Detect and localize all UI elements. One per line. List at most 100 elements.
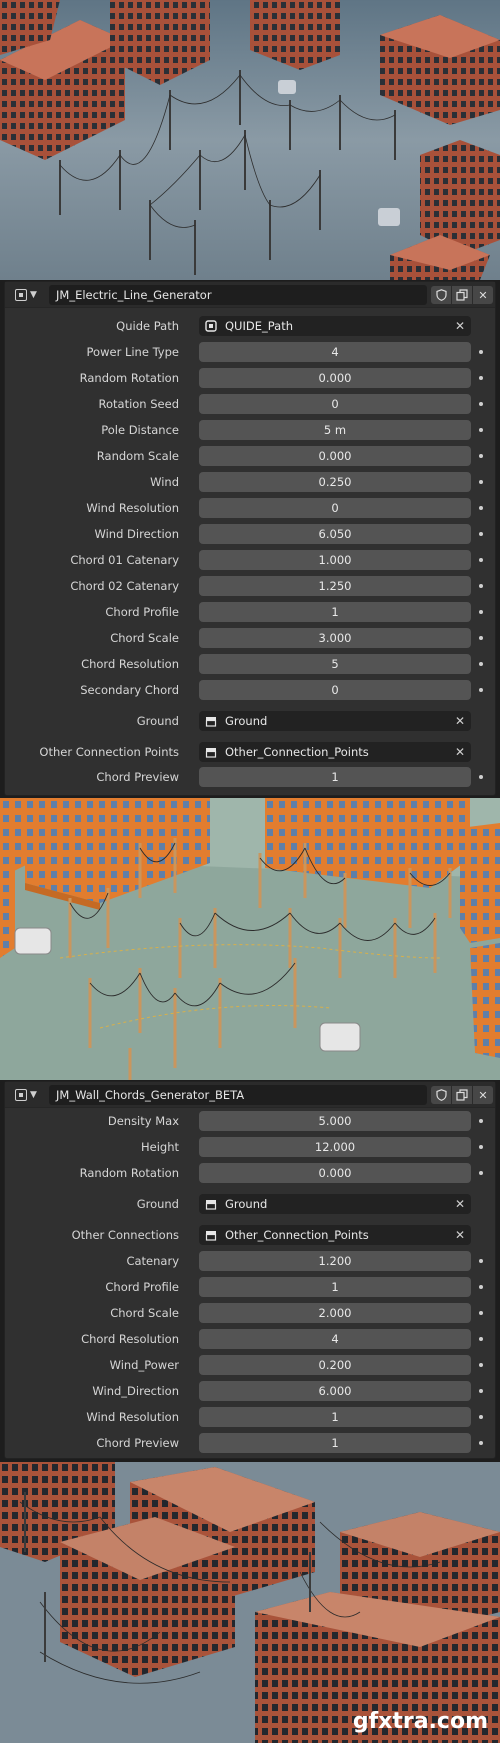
keyframe-dot-icon[interactable] (479, 376, 483, 380)
row-ground: Ground Ground ✕ (5, 1194, 495, 1214)
geometry-nodes-icon[interactable]: ▼ (15, 1087, 45, 1103)
chevron-down-icon: ▼ (30, 1090, 37, 1100)
object-field-value: QUIDE_Path (225, 319, 293, 333)
wind-resolution-number-field[interactable]: 1 (199, 1407, 471, 1427)
chord-01-catenary-number-field[interactable]: 1.000 (199, 550, 471, 570)
clear-field-icon[interactable]: ✕ (455, 711, 465, 731)
fake-user-shield-icon[interactable] (431, 286, 451, 304)
wind-direction-number-field[interactable]: 6.050 (199, 524, 471, 544)
field-label: Pole Distance (101, 423, 179, 437)
keyframe-dot-icon[interactable] (479, 662, 483, 666)
duplicate-icon[interactable] (452, 286, 472, 304)
keyframe-dot-icon[interactable] (479, 1311, 483, 1315)
collection-icon (205, 1200, 217, 1210)
row-wind-power: Wind_Power 0.200 (5, 1355, 495, 1375)
wind-direction-number-field[interactable]: 6.000 (199, 1381, 471, 1401)
close-icon[interactable]: ✕ (473, 286, 493, 304)
clear-field-icon[interactable]: ✕ (455, 1225, 465, 1245)
geometry-nodes-icon[interactable]: ▼ (15, 287, 45, 303)
chord-preview-number-field[interactable]: 1 (199, 767, 471, 787)
fake-user-shield-icon[interactable] (431, 1086, 451, 1104)
field-label: Ground (136, 714, 179, 728)
rotation-seed-number-field[interactable]: 0 (199, 394, 471, 414)
chord-resolution-number-field[interactable]: 5 (199, 654, 471, 674)
ground-object-field[interactable]: Ground ✕ (199, 1194, 471, 1214)
wind-power-number-field[interactable]: 0.200 (199, 1355, 471, 1375)
random-rotation-number-field[interactable]: 0.000 (199, 1163, 471, 1183)
clear-field-icon[interactable]: ✕ (455, 1194, 465, 1214)
random-rotation-number-field[interactable]: 0.000 (199, 368, 471, 388)
chord-scale-number-field[interactable]: 3.000 (199, 628, 471, 648)
row-other-connections: Other Connections Other_Connection_Points… (5, 1225, 495, 1245)
random-scale-number-field[interactable]: 0.000 (199, 446, 471, 466)
field-label: Other Connection Points (39, 745, 179, 759)
clear-field-icon[interactable]: ✕ (455, 742, 465, 762)
height-number-field[interactable]: 12.000 (199, 1137, 471, 1157)
keyframe-dot-icon[interactable] (479, 532, 483, 536)
keyframe-dot-icon[interactable] (479, 506, 483, 510)
other-connections-object-field[interactable]: Other_Connection_Points ✕ (199, 1225, 471, 1245)
keyframe-dot-icon[interactable] (479, 1171, 483, 1175)
row-density-max: Density Max 5.000 (5, 1111, 495, 1131)
keyframe-dot-icon[interactable] (479, 1363, 483, 1367)
clear-field-icon[interactable]: ✕ (455, 316, 465, 336)
object-field-value: Ground (225, 714, 268, 728)
node-group-name-field[interactable]: JM_Wall_Chords_Generator_BETA (49, 1085, 427, 1105)
keyframe-dot-icon[interactable] (479, 454, 483, 458)
row-random-rotation: Random Rotation 0.000 (5, 1163, 495, 1183)
keyframe-dot-icon[interactable] (479, 1389, 483, 1393)
keyframe-dot-icon[interactable] (479, 688, 483, 692)
keyframe-dot-icon[interactable] (479, 350, 483, 354)
keyframe-dot-icon[interactable] (479, 428, 483, 432)
row-random-scale: Random Scale 0.000 (5, 446, 495, 466)
other-connection-points-object-field[interactable]: Other_Connection_Points ✕ (199, 742, 471, 762)
ground-object-field[interactable]: Ground ✕ (199, 711, 471, 731)
chord-profile-number-field[interactable]: 1 (199, 602, 471, 622)
duplicate-icon[interactable] (452, 1086, 472, 1104)
row-chord-resolution: Chord Resolution 4 (5, 1329, 495, 1349)
keyframe-dot-icon[interactable] (479, 558, 483, 562)
row-wind-direction: Wind Direction 6.050 (5, 524, 495, 544)
quide-path-object-field[interactable]: QUIDE_Path ✕ (199, 316, 471, 336)
keyframe-dot-icon[interactable] (479, 1145, 483, 1149)
pole-distance-number-field[interactable]: 5 m (199, 420, 471, 440)
chord-02-catenary-number-field[interactable]: 1.250 (199, 576, 471, 596)
field-label: Wind Resolution (86, 1410, 179, 1424)
chord-profile-number-field[interactable]: 1 (199, 1277, 471, 1297)
row-secondary-chord: Secondary Chord 0 (5, 680, 495, 700)
keyframe-dot-icon[interactable] (479, 610, 483, 614)
close-icon[interactable]: ✕ (473, 1086, 493, 1104)
row-wind-resolution: Wind Resolution 0 (5, 498, 495, 518)
keyframe-dot-icon[interactable] (479, 480, 483, 484)
keyframe-dot-icon[interactable] (479, 402, 483, 406)
chord-resolution-number-field[interactable]: 4 (199, 1329, 471, 1349)
density-max-number-field[interactable]: 5.000 (199, 1111, 471, 1131)
secondary-chord-number-field[interactable]: 0 (199, 680, 471, 700)
keyframe-dot-icon[interactable] (479, 1259, 483, 1263)
field-label: Chord Preview (96, 1436, 179, 1450)
wind-number-field[interactable]: 0.250 (199, 472, 471, 492)
render-image-brick-city: gfxtra.com (0, 1462, 500, 1743)
keyframe-dot-icon[interactable] (479, 1441, 483, 1445)
row-power-line-type: Power Line Type 4 (5, 342, 495, 362)
keyframe-dot-icon[interactable] (479, 1119, 483, 1123)
keyframe-dot-icon[interactable] (479, 636, 483, 640)
chevron-down-icon: ▼ (30, 290, 37, 300)
chord-scale-number-field[interactable]: 2.000 (199, 1303, 471, 1323)
field-label: Chord Scale (110, 1306, 179, 1320)
field-label: Random Rotation (79, 1166, 179, 1180)
object-field-value: Other_Connection_Points (225, 745, 369, 759)
keyframe-dot-icon[interactable] (479, 1337, 483, 1341)
keyframe-dot-icon[interactable] (479, 1415, 483, 1419)
keyframe-dot-icon[interactable] (479, 1285, 483, 1289)
row-random-rotation: Random Rotation 0.000 (5, 368, 495, 388)
catenary-number-field[interactable]: 1.200 (199, 1251, 471, 1271)
wall-chords-generator-panel: ▼ JM_Wall_Chords_Generator_BETA ✕ Densit… (4, 1081, 496, 1459)
power-line-type-number-field[interactable]: 4 (199, 342, 471, 362)
wind-resolution-number-field[interactable]: 0 (199, 498, 471, 518)
row-chord-preview: Chord Preview 1 (5, 1433, 495, 1453)
keyframe-dot-icon[interactable] (479, 775, 483, 779)
node-group-name-field[interactable]: JM_Electric_Line_Generator (49, 285, 427, 305)
chord-preview-number-field[interactable]: 1 (199, 1433, 471, 1453)
keyframe-dot-icon[interactable] (479, 584, 483, 588)
